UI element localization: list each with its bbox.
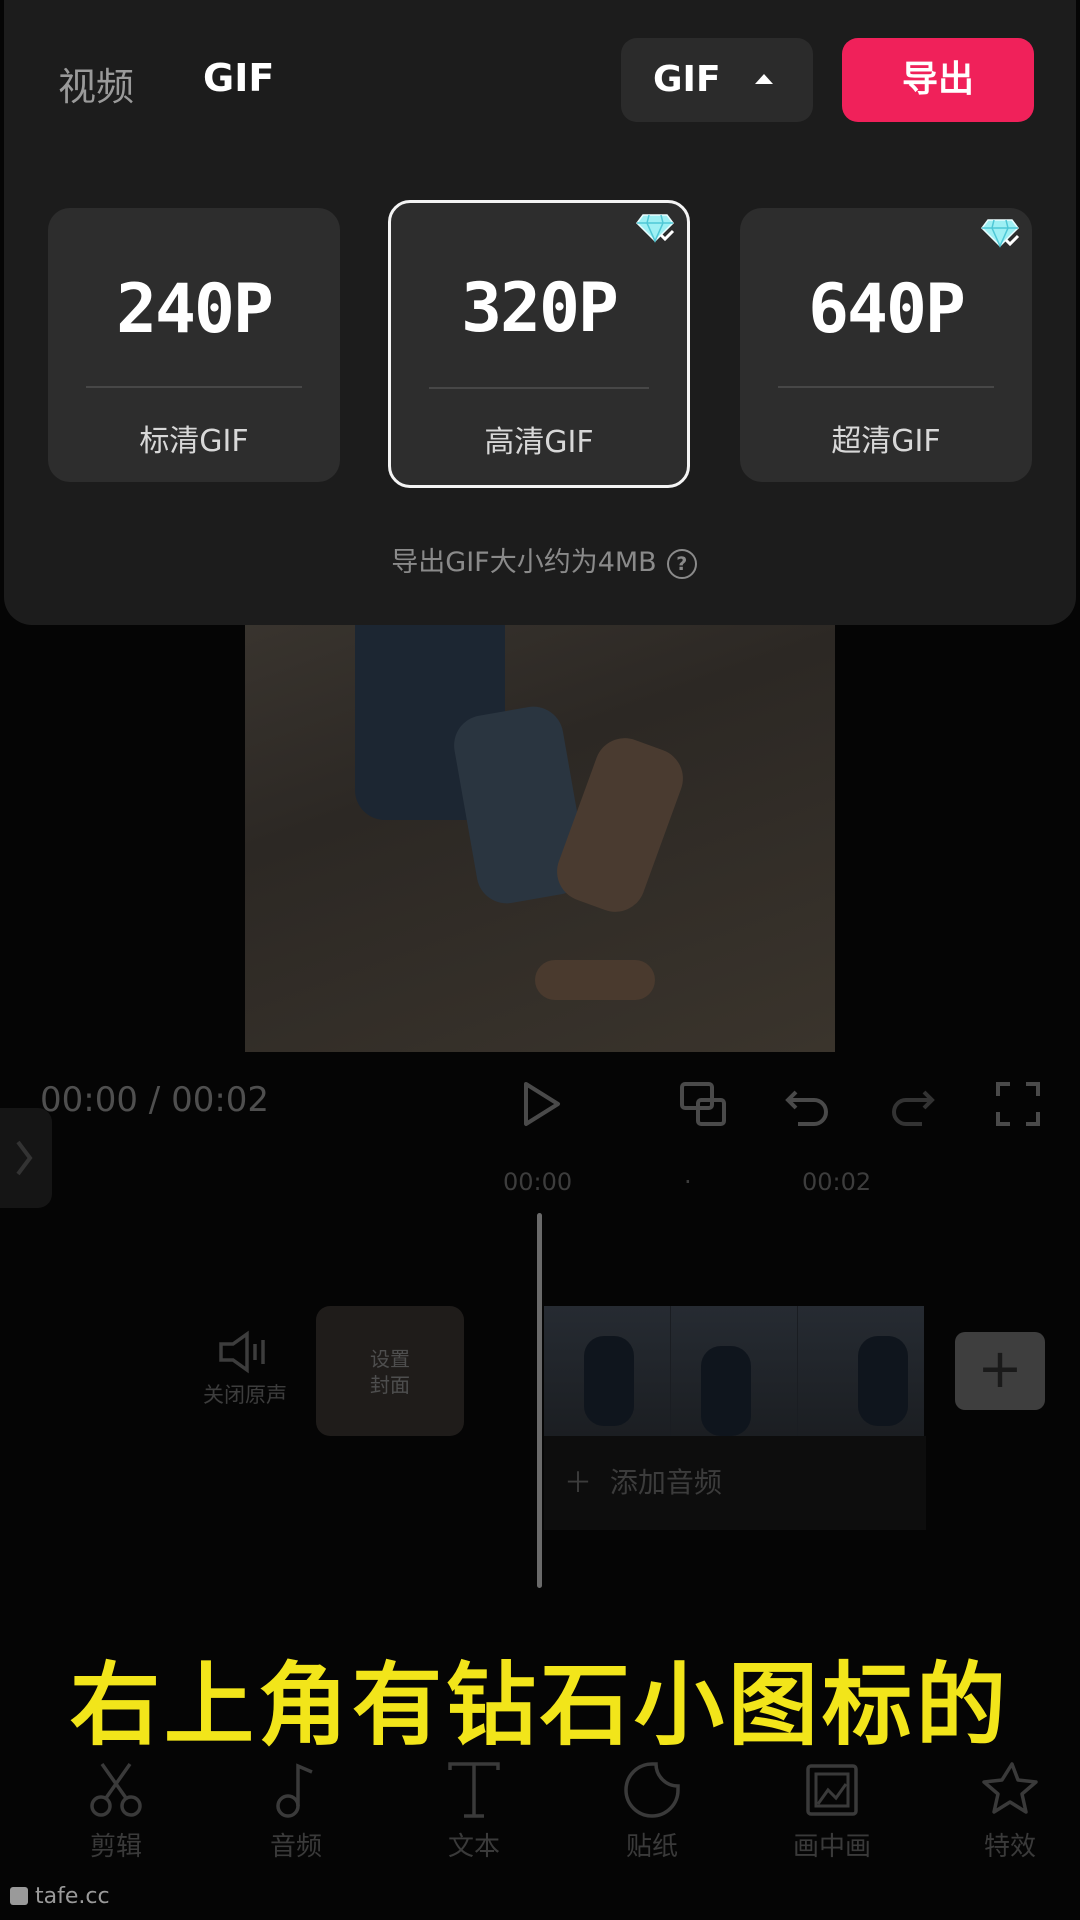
tool-pip[interactable]: 画中画 [772,1752,892,1863]
playback-time: 00:00 / 00:02 [40,1080,270,1120]
resolution-label: 高清GIF [484,425,594,460]
mute-label: 关闭原声 [203,1383,287,1407]
resolution-label: 标清GIF [139,424,249,459]
export-size-note: 导出GIF大小约为4MB? [4,540,1080,579]
bottom-toolbar: 剪辑 音频 文本 贴纸 画中画 特效 [0,1752,1080,1872]
tool-text[interactable]: 文本 [414,1752,534,1863]
tab-gif[interactable]: GIF [203,56,274,100]
current-time: 00:00 [40,1080,138,1120]
clip-thumbnail [671,1306,797,1436]
divider [778,386,994,388]
divider [86,386,302,388]
clip-thumbnail [798,1306,924,1436]
caret-up-icon [755,74,773,84]
scissors-icon [90,1762,142,1817]
tab-video[interactable]: 视频 [58,56,134,111]
video-preview[interactable] [245,580,835,1052]
side-panel-toggle[interactable] [0,1108,52,1208]
ruler-dot: · [684,1168,692,1196]
add-clip-button[interactable]: + [955,1332,1045,1410]
play-icon[interactable] [514,1078,566,1130]
clip-thumbnail [544,1306,670,1436]
ruler-time: 00:00 [503,1168,573,1196]
speaker-icon [219,1330,265,1374]
ruler-time: 00:02 [802,1168,872,1196]
video-clip[interactable] [544,1306,924,1436]
redo-icon[interactable] [886,1078,938,1130]
resolution-value: 640P [808,270,966,349]
resolution-option-320p[interactable]: 320P 高清GIF [388,200,690,488]
text-icon [448,1762,500,1818]
resolution-option-240p[interactable]: 240P 标清GIF [48,208,340,482]
undo-icon[interactable] [782,1078,834,1130]
resolution-value: 240P [116,270,274,349]
watermark-logo-icon [10,1887,28,1905]
chevron-right-icon [16,1140,33,1176]
picture-in-picture-icon [806,1764,858,1816]
subtitle-caption: 右上角有钻石小图标的 [70,1653,1010,1758]
tool-effects[interactable]: 特效 [950,1752,1070,1863]
diamond-premium-icon [636,214,675,243]
sticker-icon [624,1762,680,1818]
export-button[interactable]: 导出 [842,38,1034,122]
tool-sticker[interactable]: 贴纸 [592,1752,712,1863]
plus-icon: ＋ [564,1466,593,1499]
resolution-label: 超清GIF [831,424,941,459]
watermark: tafe.cc [10,1884,110,1909]
total-time: 00:02 [171,1080,270,1120]
fullscreen-icon[interactable] [992,1078,1044,1130]
diamond-premium-icon [981,219,1020,248]
music-note-icon [276,1763,313,1818]
help-icon[interactable]: ? [666,549,697,579]
keyframe-on-icon[interactable] [678,1078,730,1130]
effects-star-icon [982,1762,1038,1814]
tool-audio[interactable]: 音频 [236,1752,356,1863]
mute-original-button[interactable]: 关闭原声 [190,1330,300,1409]
tool-cut[interactable]: 剪辑 [56,1752,176,1863]
add-audio-button[interactable]: ＋ 添加音频 [544,1436,926,1530]
set-cover-button[interactable]: 设置 封面 [316,1306,464,1436]
resolution-value: 320P [461,269,619,348]
export-panel: 视频 GIF GIF 导出 240P 标清GIF 320P 高清GIF 640P… [4,0,1076,625]
divider [429,387,649,389]
playhead[interactable] [537,1213,542,1588]
resolution-option-640p[interactable]: 640P 超清GIF [740,208,1032,482]
format-dropdown[interactable]: GIF [621,38,813,122]
